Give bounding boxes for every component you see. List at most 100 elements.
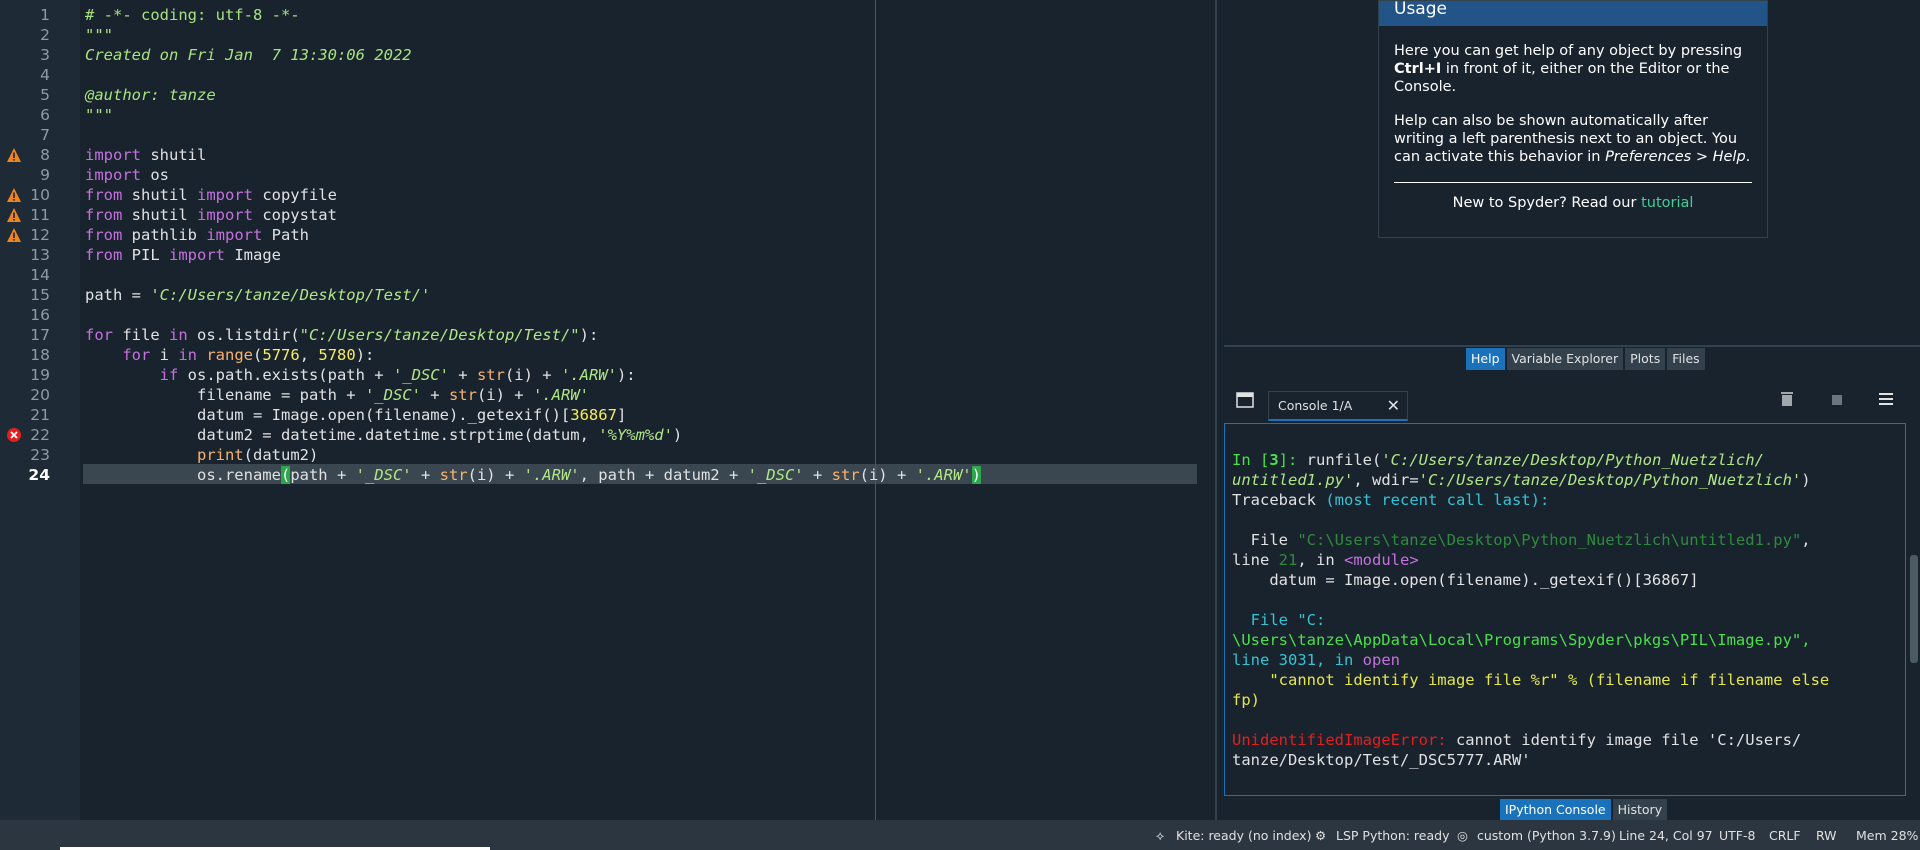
code-line-10[interactable]: from shutil import copyfile	[85, 185, 337, 205]
python-env-status[interactable]: custom (Python 3.7.9)	[1477, 828, 1616, 843]
memory-usage: Mem 28%	[1856, 828, 1919, 843]
line-number: 18	[30, 346, 50, 364]
line-number: 6	[40, 106, 50, 124]
console-line: tanze/Desktop/Test/_DSC5777.ARW'	[1232, 751, 1531, 769]
console-line: line 3031, in open	[1232, 651, 1400, 669]
code-line-2[interactable]: """	[85, 25, 113, 45]
console-line: "cannot identify image file %r" % (filen…	[1232, 671, 1830, 689]
console-line: Traceback (most recent call last):	[1232, 491, 1550, 509]
console-line: fp)	[1232, 691, 1260, 709]
console-line: \Users\tanze\AppData\Local\Programs\Spyd…	[1232, 631, 1811, 649]
status-bar: ⟡ Kite: ready (no index) ⚙ LSP Python: r…	[0, 820, 1920, 850]
code-line-11[interactable]: from shutil import copystat	[85, 205, 337, 225]
lsp-icon: ⚙	[1315, 828, 1327, 843]
close-icon[interactable]: ✕	[1387, 392, 1400, 420]
usage-panel: Usage Here you can get help of any objec…	[1378, 0, 1768, 238]
code-line-21[interactable]: datum = Image.open(filename)._getexif()[…	[85, 405, 626, 425]
divider	[1394, 182, 1752, 183]
stop-icon[interactable]	[1832, 395, 1842, 405]
code-line-13[interactable]: from PIL import Image	[85, 245, 281, 265]
line-number: 7	[40, 126, 50, 144]
code-line-19[interactable]: if os.path.exists(path + '_DSC' + str(i)…	[85, 365, 636, 385]
clear-console-icon[interactable]	[1780, 391, 1794, 407]
tutorial-link[interactable]: tutorial	[1641, 195, 1693, 211]
code-line-1[interactable]: # -*- coding: utf-8 -*-	[85, 5, 300, 25]
lsp-status[interactable]: LSP Python: ready	[1336, 828, 1449, 843]
line-number: 1	[40, 6, 50, 24]
cursor-position: Line 24, Col 97	[1619, 828, 1713, 843]
line-number: 19	[30, 366, 50, 384]
console-pane: Console 1/A ✕ In [3]: runfile('C:/Users/t…	[1224, 385, 1920, 820]
edge-line	[875, 0, 876, 820]
code-line-9[interactable]: import os	[85, 165, 169, 185]
code-line-24[interactable]: os.rename(path + '_DSC' + str(i) + '.ARW…	[85, 465, 981, 485]
warning-icon[interactable]	[6, 187, 22, 203]
tab-variable-explorer[interactable]: Variable Explorer	[1506, 348, 1624, 370]
tab-ipython-console[interactable]: IPython Console	[1500, 799, 1611, 821]
warning-icon[interactable]	[6, 147, 22, 163]
console-line: File "C:\Users\tanze\Desktop\Python_Nuet…	[1232, 531, 1811, 549]
tab-files[interactable]: Files	[1667, 348, 1705, 370]
file-encoding: UTF-8	[1719, 828, 1756, 843]
env-icon: ◎	[1457, 828, 1468, 843]
usage-title: Usage	[1379, 1, 1767, 26]
code-line-22[interactable]: datum2 = datetime.datetime.strptime(datu…	[85, 425, 682, 445]
line-number: 3	[40, 46, 50, 64]
line-number: 20	[30, 386, 50, 404]
console-toolbar: Console 1/A ✕	[1224, 385, 1920, 423]
line-number: 16	[30, 306, 50, 324]
tab-plots[interactable]: Plots	[1625, 348, 1666, 370]
line-number: 4	[40, 66, 50, 84]
code-line-6[interactable]: """	[85, 105, 113, 125]
tab-console-1a[interactable]: Console 1/A ✕	[1268, 391, 1408, 421]
error-icon[interactable]	[6, 427, 22, 443]
help-tabbar: Help Variable Explorer Plots Files	[1466, 348, 1705, 370]
line-number: 15	[30, 286, 50, 304]
window-icon[interactable]	[1236, 392, 1254, 408]
code-line-20[interactable]: filename = path + '_DSC' + str(i) + '.AR…	[85, 385, 589, 405]
console-line: In [3]: runfile('C:/Users/tanze/Desktop/…	[1232, 451, 1764, 469]
code-line-5[interactable]: @author: tanze	[85, 85, 216, 105]
menu-icon[interactable]	[1879, 392, 1893, 406]
code-line-23[interactable]: print(datum2)	[85, 445, 318, 465]
tab-help[interactable]: Help	[1466, 348, 1505, 370]
line-number: 17	[30, 326, 50, 344]
kite-status[interactable]: Kite: ready (no index)	[1176, 828, 1311, 843]
kite-icon: ⟡	[1156, 828, 1165, 843]
console-scrollbar[interactable]	[1906, 423, 1920, 796]
usage-footer: New to Spyder? Read our tutorial	[1452, 195, 1694, 211]
console-line: line 21, in <module>	[1232, 551, 1419, 569]
line-number: 21	[30, 406, 50, 424]
code-line-15[interactable]: path = 'C:/Users/tanze/Desktop/Test/'	[85, 285, 430, 305]
usage-paragraph-2: Help can also be shown automatically aft…	[1394, 113, 1751, 165]
console-line: UnidentifiedImageError: cannot identify …	[1232, 731, 1802, 749]
eol-mode: CRLF	[1769, 828, 1801, 843]
line-number: 14	[30, 266, 50, 284]
console-tab-label: Console 1/A	[1278, 398, 1353, 413]
code-line-18[interactable]: for i in range(5776, 5780):	[85, 345, 374, 365]
rw-mode: RW	[1816, 828, 1837, 843]
code-line-8[interactable]: import shutil	[85, 145, 206, 165]
editor-scrollbar[interactable]	[1201, 0, 1215, 820]
code-editor[interactable]: 1 2 3 4 5 6 7 8 9 10 11 12 13 14 15 16 1…	[0, 0, 1217, 820]
line-number: 5	[40, 86, 50, 104]
code-line-3[interactable]: Created on Fri Jan 7 13:30:06 2022	[85, 45, 412, 65]
warning-icon[interactable]	[6, 207, 22, 223]
line-number: 2	[40, 26, 50, 44]
line-number-current: 24	[28, 466, 50, 484]
ipython-console-output[interactable]: In [3]: runfile('C:/Users/tanze/Desktop/…	[1224, 423, 1906, 796]
help-pane: Usage Here you can get help of any objec…	[1224, 0, 1920, 347]
usage-paragraph-1: Here you can get help of any object by p…	[1394, 43, 1743, 95]
tab-history[interactable]: History	[1612, 799, 1668, 821]
warning-icon[interactable]	[6, 227, 22, 243]
line-number-gutter: 1 2 3 4 5 6 7 8 9 10 11 12 13 14 15 16 1…	[0, 0, 80, 820]
console-line: untitled1.py', wdir='C:/Users/tanze/Desk…	[1232, 471, 1811, 489]
scrollbar-thumb[interactable]	[1910, 555, 1918, 663]
console-line: datum = Image.open(filename)._getexif()[…	[1232, 571, 1699, 589]
line-number: 23	[30, 446, 50, 464]
console-line: File "C:	[1232, 611, 1326, 629]
line-number: 9	[40, 166, 50, 184]
code-line-12[interactable]: from pathlib import Path	[85, 225, 309, 245]
console-tabbar: IPython Console History	[1500, 799, 1668, 821]
code-line-17[interactable]: for file in os.listdir("C:/Users/tanze/D…	[85, 325, 598, 345]
